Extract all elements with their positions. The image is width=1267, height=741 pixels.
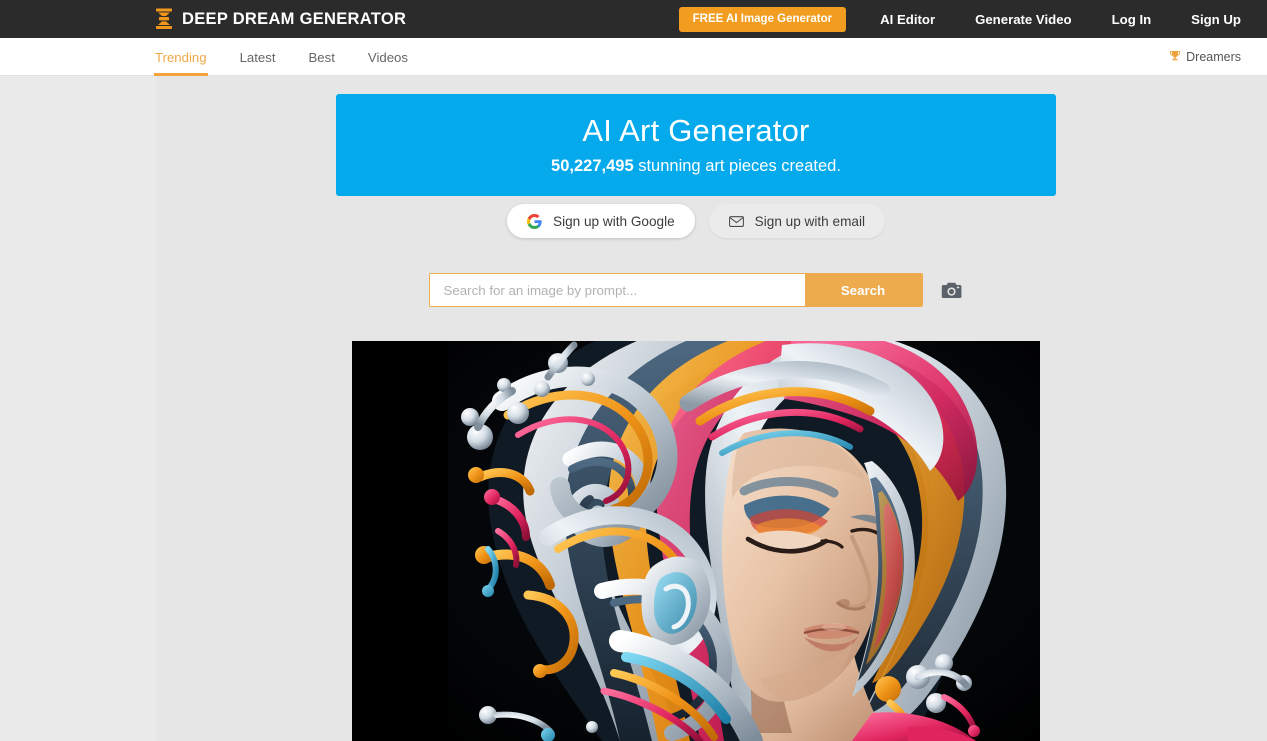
tab-best[interactable]: Best [309, 38, 335, 76]
search-button[interactable]: Search [804, 274, 922, 306]
header-link-sign-up[interactable]: Sign Up [1191, 12, 1241, 27]
secondary-nav-bar: Trending Latest Best Videos Dreamers [0, 38, 1267, 76]
brand-name: DEEP DREAM GENERATOR [182, 9, 407, 28]
search-field-wrapper: Search [428, 273, 923, 307]
sign-up-with-google-label: Sign up with Google [553, 213, 675, 229]
tab-trending[interactable]: Trending [154, 38, 208, 76]
top-header-bar: DEEP DREAM GENERATOR FREE AI Image Gener… [0, 0, 1267, 38]
signup-row: Sign up with Google Sign up with email [336, 198, 1056, 244]
hourglass-logo-icon [155, 8, 173, 30]
hero-banner: AI Art Generator 50,227,495 stunning art… [336, 94, 1056, 196]
camera-search-button[interactable] [940, 278, 964, 302]
header-nav: FREE AI Image Generator AI Editor Genera… [678, 0, 1267, 38]
free-ai-image-generator-button[interactable]: FREE AI Image Generator [678, 6, 847, 32]
tab-videos[interactable]: Videos [368, 38, 408, 76]
hero-subtitle: 50,227,495 stunning art pieces created. [551, 157, 841, 176]
dreamers-label: Dreamers [1186, 50, 1241, 64]
dreamers-link[interactable]: Dreamers [1169, 38, 1241, 76]
search-row: Search [336, 272, 1056, 308]
hero-title: AI Art Generator [582, 112, 810, 148]
header-link-ai-editor[interactable]: AI Editor [880, 12, 935, 27]
hero-subtitle-rest: stunning art pieces created. [633, 157, 841, 176]
left-gutter [0, 76, 156, 741]
sign-up-with-google-button[interactable]: Sign up with Google [507, 204, 695, 238]
envelope-icon [728, 214, 744, 229]
sign-up-with-email-button[interactable]: Sign up with email [708, 204, 885, 238]
trophy-icon [1169, 50, 1181, 64]
tab-latest[interactable]: Latest [240, 38, 276, 76]
artwork-card[interactable] [352, 341, 1040, 741]
header-link-log-in[interactable]: Log In [1112, 12, 1152, 27]
nav-tabs: Trending Latest Best Videos [154, 38, 441, 76]
google-g-icon [527, 213, 542, 229]
camera-icon [941, 281, 962, 300]
search-input[interactable] [429, 274, 805, 306]
header-link-generate-video[interactable]: Generate Video [975, 12, 1072, 27]
art-pieces-count: 50,227,495 [551, 157, 634, 176]
page-body: AI Art Generator 50,227,495 stunning art… [0, 76, 1267, 741]
sign-up-with-email-label: Sign up with email [754, 213, 865, 229]
brand-logo[interactable]: DEEP DREAM GENERATOR [155, 0, 406, 38]
